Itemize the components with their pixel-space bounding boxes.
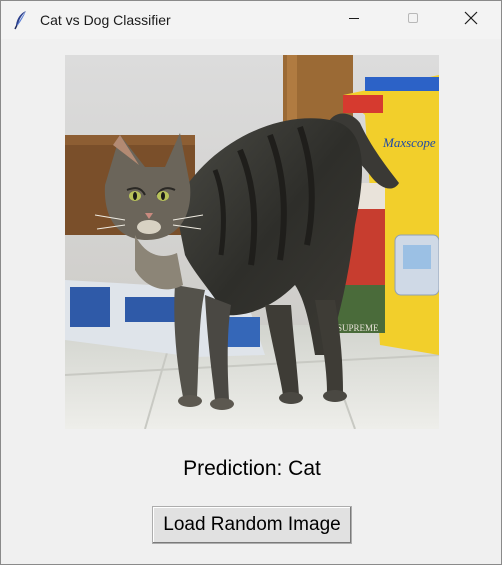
prediction-label: Prediction: Cat (183, 457, 321, 480)
maximize-icon (407, 11, 419, 29)
package-text: Maxscope (382, 135, 436, 150)
window-title: Cat vs Dog Classifier (40, 12, 171, 28)
maximize-button[interactable] (390, 1, 436, 39)
feather-icon (12, 10, 30, 30)
can-label: SUPREME (337, 323, 379, 333)
cat-photo: Maxscope SUPREME (65, 55, 439, 429)
title-bar[interactable]: Cat vs Dog Classifier (1, 1, 501, 39)
minimize-icon (348, 11, 360, 29)
close-button[interactable] (448, 1, 494, 39)
close-icon (464, 11, 478, 30)
minimize-button[interactable] (331, 1, 377, 39)
app-window: Cat vs Dog Classifier Maxscope SUPREME P… (0, 0, 502, 565)
load-button-label: Load Random Image (163, 514, 341, 535)
load-random-image-button[interactable]: Load Random Image (152, 506, 352, 544)
